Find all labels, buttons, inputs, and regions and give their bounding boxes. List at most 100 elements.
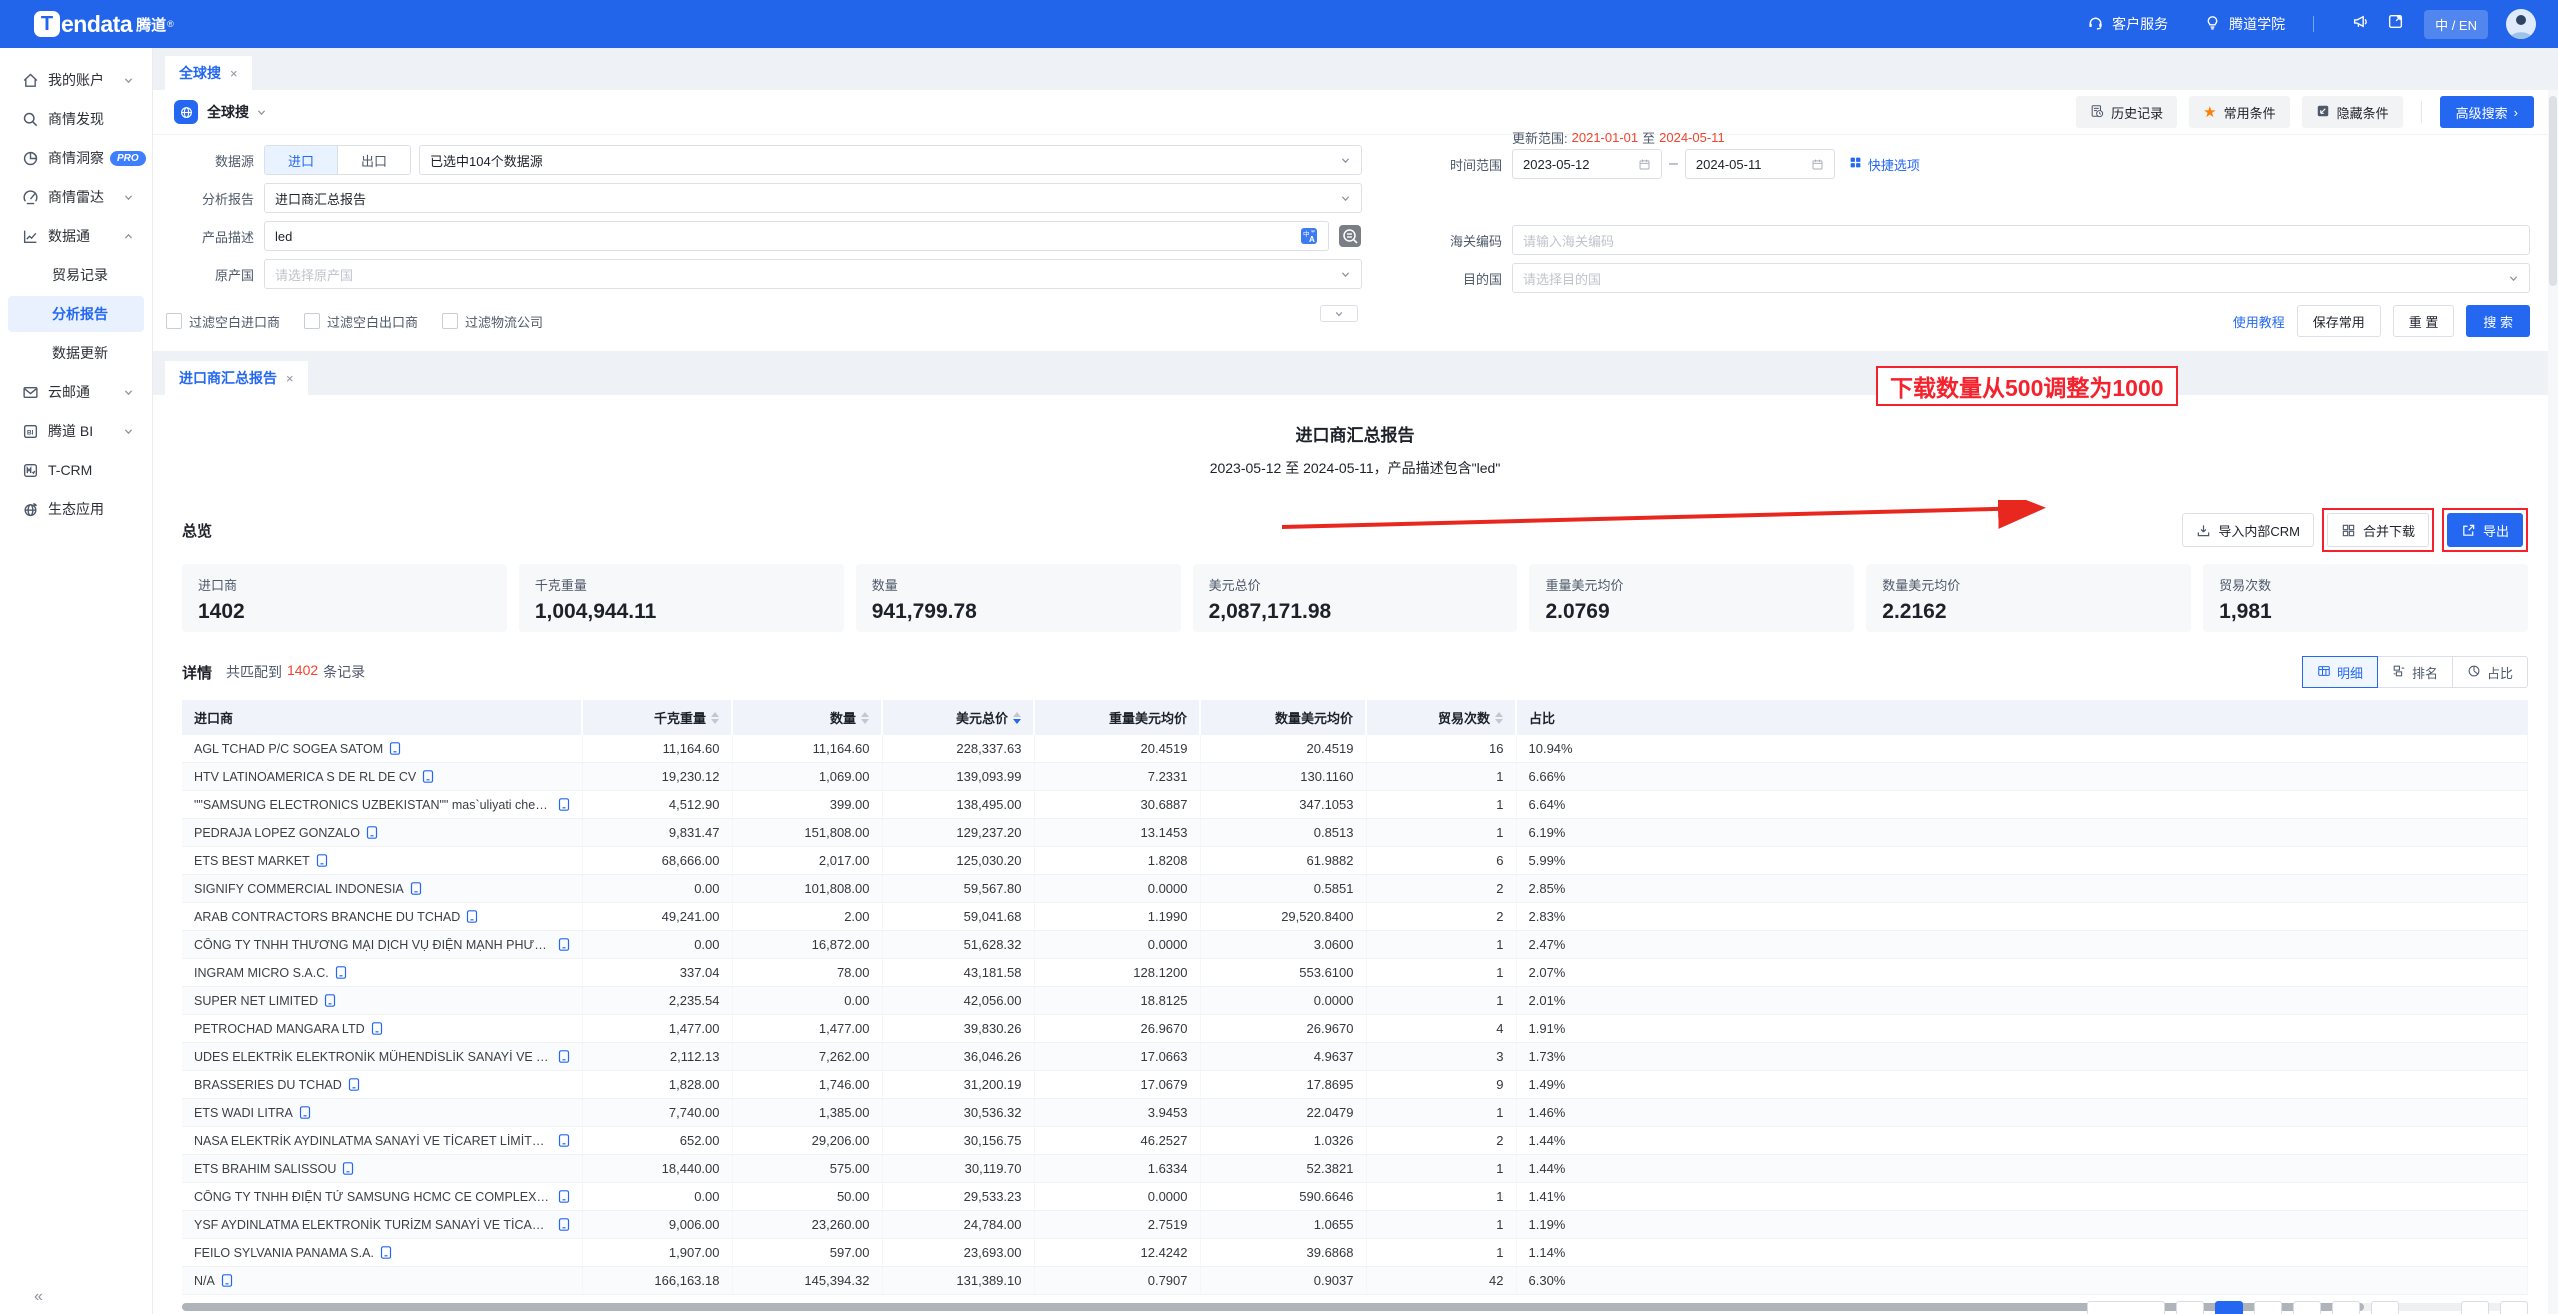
importer-name[interactable]: SIGNIFY COMMERCIAL INDONESIA: [194, 882, 404, 896]
importer-name[interactable]: UDES ELEKTRİK ELEKTRONİK MÜHENDİSLİK SAN…: [194, 1050, 552, 1064]
contact-icon[interactable]: [366, 826, 378, 839]
contact-icon[interactable]: [558, 798, 570, 811]
importer-name[interactable]: INGRAM MICRO S.A.C.: [194, 966, 329, 980]
table-row[interactable]: CÔNG TY TNHH THƯƠNG MẠI DỊCH VỤ ĐIỆN MẠN…: [182, 931, 2528, 959]
table-row[interactable]: SUPER NET LIMITED 2,235.54 0.00 42,056.0…: [182, 987, 2528, 1015]
filter-checkbox[interactable]: 过滤物流公司: [442, 312, 543, 331]
contact-icon[interactable]: [466, 910, 478, 923]
sidebar-item[interactable]: 云邮通: [8, 374, 144, 410]
favorite-conditions-button[interactable]: ★ 常用条件: [2189, 96, 2289, 128]
contact-icon[interactable]: [299, 1106, 311, 1119]
contact-icon[interactable]: [558, 938, 570, 951]
sidebar-item[interactable]: 生态应用: [8, 491, 144, 527]
translate-icon[interactable]: 中A: [1300, 227, 1318, 245]
contact-icon[interactable]: [410, 882, 422, 895]
table-row[interactable]: AGL TCHAD P/C SOGEA SATOM 11,164.60 11,1…: [182, 735, 2528, 763]
report-type-select[interactable]: 进口商汇总报告: [264, 183, 1362, 213]
importer-name[interactable]: ARAB CONTRACTORS BRANCHE DU TCHAD: [194, 910, 460, 924]
contact-icon[interactable]: [558, 1050, 570, 1063]
table-row[interactable]: NASA ELEKTRİK AYDINLATMA SANAYİ VE TİCAR…: [182, 1127, 2528, 1155]
table-column-header[interactable]: 千克重量: [582, 700, 732, 735]
sort-icon[interactable]: [861, 712, 869, 724]
announcement-button[interactable]: [2352, 13, 2369, 35]
advanced-search-button[interactable]: 高级搜索 ›: [2440, 96, 2534, 128]
scrollbar-thumb[interactable]: [182, 1303, 2364, 1311]
page-button[interactable]: [2500, 1301, 2528, 1314]
checkbox-icon[interactable]: [442, 313, 458, 329]
importer-name[interactable]: ETS WADI LITRA: [194, 1106, 293, 1120]
tab-global-search[interactable]: 全球搜 ×: [165, 56, 252, 90]
export-button[interactable]: 导出: [2447, 513, 2523, 547]
quick-options-link[interactable]: 快捷选项: [1849, 155, 1920, 174]
importer-name[interactable]: ETS BEST MARKET: [194, 854, 310, 868]
table-column-header[interactable]: 数量美元均价: [1200, 700, 1366, 735]
destination-select[interactable]: 请选择目的国: [1512, 263, 2530, 293]
view-toggle-button[interactable]: 明细: [2302, 656, 2378, 688]
table-row[interactable]: ""SAMSUNG ELECTRONICS UZBEKISTAN"" mas`u…: [182, 791, 2528, 819]
save-common-button[interactable]: 保存常用: [2297, 305, 2381, 337]
synonym-search-icon[interactable]: [1338, 224, 1362, 248]
page-button[interactable]: [2371, 1301, 2399, 1314]
page-button[interactable]: [2461, 1301, 2489, 1314]
view-toggle-button[interactable]: 占比: [2453, 656, 2528, 688]
academy-button[interactable]: 腾道学院: [2204, 14, 2285, 34]
table-row[interactable]: ETS BRAHIM SALISSOU 18,440.00 575.00 30,…: [182, 1155, 2528, 1183]
customer-service-button[interactable]: 客户服务: [2087, 14, 2168, 34]
contact-icon[interactable]: [380, 1246, 392, 1259]
contact-icon[interactable]: [335, 966, 347, 979]
importer-name[interactable]: CÔNG TY TNHH THƯƠNG MẠI DỊCH VỤ ĐIỆN MẠN…: [194, 938, 552, 952]
table-row[interactable]: INGRAM MICRO S.A.C. 337.04 78.00 43,181.…: [182, 959, 2528, 987]
importer-name[interactable]: N/A: [194, 1274, 215, 1288]
page-button[interactable]: [2087, 1301, 2165, 1314]
table-row[interactable]: ETS WADI LITRA 7,740.00 1,385.00 30,536.…: [182, 1099, 2528, 1127]
import-crm-button[interactable]: 导入内部CRM: [2182, 513, 2314, 547]
contact-icon[interactable]: [389, 742, 401, 755]
close-icon[interactable]: ×: [286, 371, 294, 386]
importer-name[interactable]: SUPER NET LIMITED: [194, 994, 318, 1008]
sidebar-item[interactable]: 贸易记录: [8, 257, 144, 293]
start-date-input[interactable]: 2023-05-12: [1512, 149, 1662, 179]
language-switch[interactable]: 中 / EN: [2424, 10, 2488, 39]
table-column-header[interactable]: 占比: [1516, 700, 2528, 735]
view-toggle-button[interactable]: 排名: [2378, 656, 2453, 688]
sort-icon[interactable]: [1013, 712, 1021, 724]
tab-importer-report[interactable]: 进口商汇总报告 ×: [165, 361, 308, 395]
sidebar-item[interactable]: 数据通: [8, 218, 144, 254]
close-icon[interactable]: ×: [230, 66, 238, 81]
contact-icon[interactable]: [558, 1218, 570, 1231]
page-button[interactable]: [2176, 1301, 2204, 1314]
end-date-input[interactable]: 2024-05-11: [1685, 149, 1835, 179]
table-row[interactable]: ARAB CONTRACTORS BRANCHE DU TCHAD 49,241…: [182, 903, 2528, 931]
sidebar-collapse-button[interactable]: «: [34, 1288, 43, 1306]
sort-icon[interactable]: [1495, 712, 1503, 724]
importer-name[interactable]: ""SAMSUNG ELECTRONICS UZBEKISTAN"" mas`u…: [194, 798, 552, 812]
table-row[interactable]: BRASSERIES DU TCHAD 1,828.00 1,746.00 31…: [182, 1071, 2528, 1099]
merge-download-button[interactable]: 合并下载: [2327, 513, 2429, 547]
sidebar-item[interactable]: 商情洞察 PRO: [8, 140, 144, 176]
contact-icon[interactable]: [422, 770, 434, 783]
sort-icon[interactable]: [711, 712, 719, 724]
importer-name[interactable]: PETROCHAD MANGARA LTD: [194, 1022, 365, 1036]
importer-name[interactable]: AGL TCHAD P/C SOGEA SATOM: [194, 742, 383, 756]
import-toggle[interactable]: 进口: [265, 146, 337, 174]
filter-checkbox[interactable]: 过滤空白进口商: [166, 312, 280, 331]
table-row[interactable]: HTV LATINOAMERICA S DE RL DE CV 19,230.1…: [182, 763, 2528, 791]
search-button[interactable]: 搜 索: [2466, 305, 2530, 337]
table-row[interactable]: UDES ELEKTRİK ELEKTRONİK MÜHENDİSLİK SAN…: [182, 1043, 2528, 1071]
table-row[interactable]: CÔNG TY TNHH ĐIỆN TỬ SAMSUNG HCMC CE COM…: [182, 1183, 2528, 1211]
contact-icon[interactable]: [348, 1078, 360, 1091]
page-button[interactable]: [2254, 1301, 2282, 1314]
data-source-select[interactable]: 已选中104个数据源: [419, 145, 1362, 175]
chevron-down-icon[interactable]: [256, 107, 267, 118]
table-column-header[interactable]: 贸易次数: [1366, 700, 1516, 735]
table-row[interactable]: N/A 166,163.18 145,394.32 131,389.10 0.7…: [182, 1267, 2528, 1295]
page-button[interactable]: [2293, 1301, 2321, 1314]
hs-code-input[interactable]: 请输入海关编码: [1512, 225, 2530, 255]
export-toggle[interactable]: 出口: [337, 146, 410, 174]
table-row[interactable]: PEDRAJA LOPEZ GONZALO 9,831.47 151,808.0…: [182, 819, 2528, 847]
contact-icon[interactable]: [342, 1162, 354, 1175]
importer-name[interactable]: NASA ELEKTRİK AYDINLATMA SANAYİ VE TİCAR…: [194, 1134, 552, 1148]
sidebar-item[interactable]: T-CRM: [8, 452, 144, 488]
table-row[interactable]: YSF AYDINLATMA ELEKTRONİK TURİZM SANAYİ …: [182, 1211, 2528, 1239]
contact-icon[interactable]: [324, 994, 336, 1007]
